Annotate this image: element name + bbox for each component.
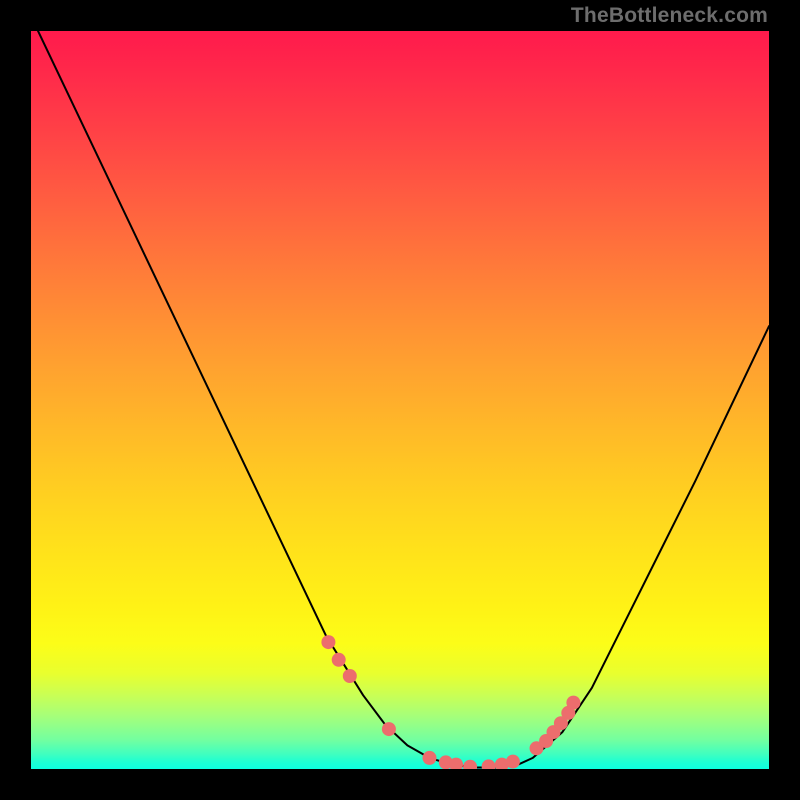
- plot-area: [31, 31, 769, 769]
- curve-markers: [321, 635, 580, 769]
- marker-dot: [482, 759, 496, 769]
- marker-dot: [321, 635, 335, 649]
- marker-dot: [506, 755, 520, 769]
- watermark-text: TheBottleneck.com: [571, 4, 768, 28]
- marker-dot: [382, 722, 396, 736]
- marker-dot: [423, 751, 437, 765]
- marker-dot: [343, 669, 357, 683]
- chart-frame: TheBottleneck.com: [0, 0, 800, 800]
- marker-dot: [566, 696, 580, 710]
- marker-dot: [463, 760, 477, 769]
- marker-dot: [332, 653, 346, 667]
- main-curve: [31, 31, 769, 767]
- curve-layer: [31, 31, 769, 769]
